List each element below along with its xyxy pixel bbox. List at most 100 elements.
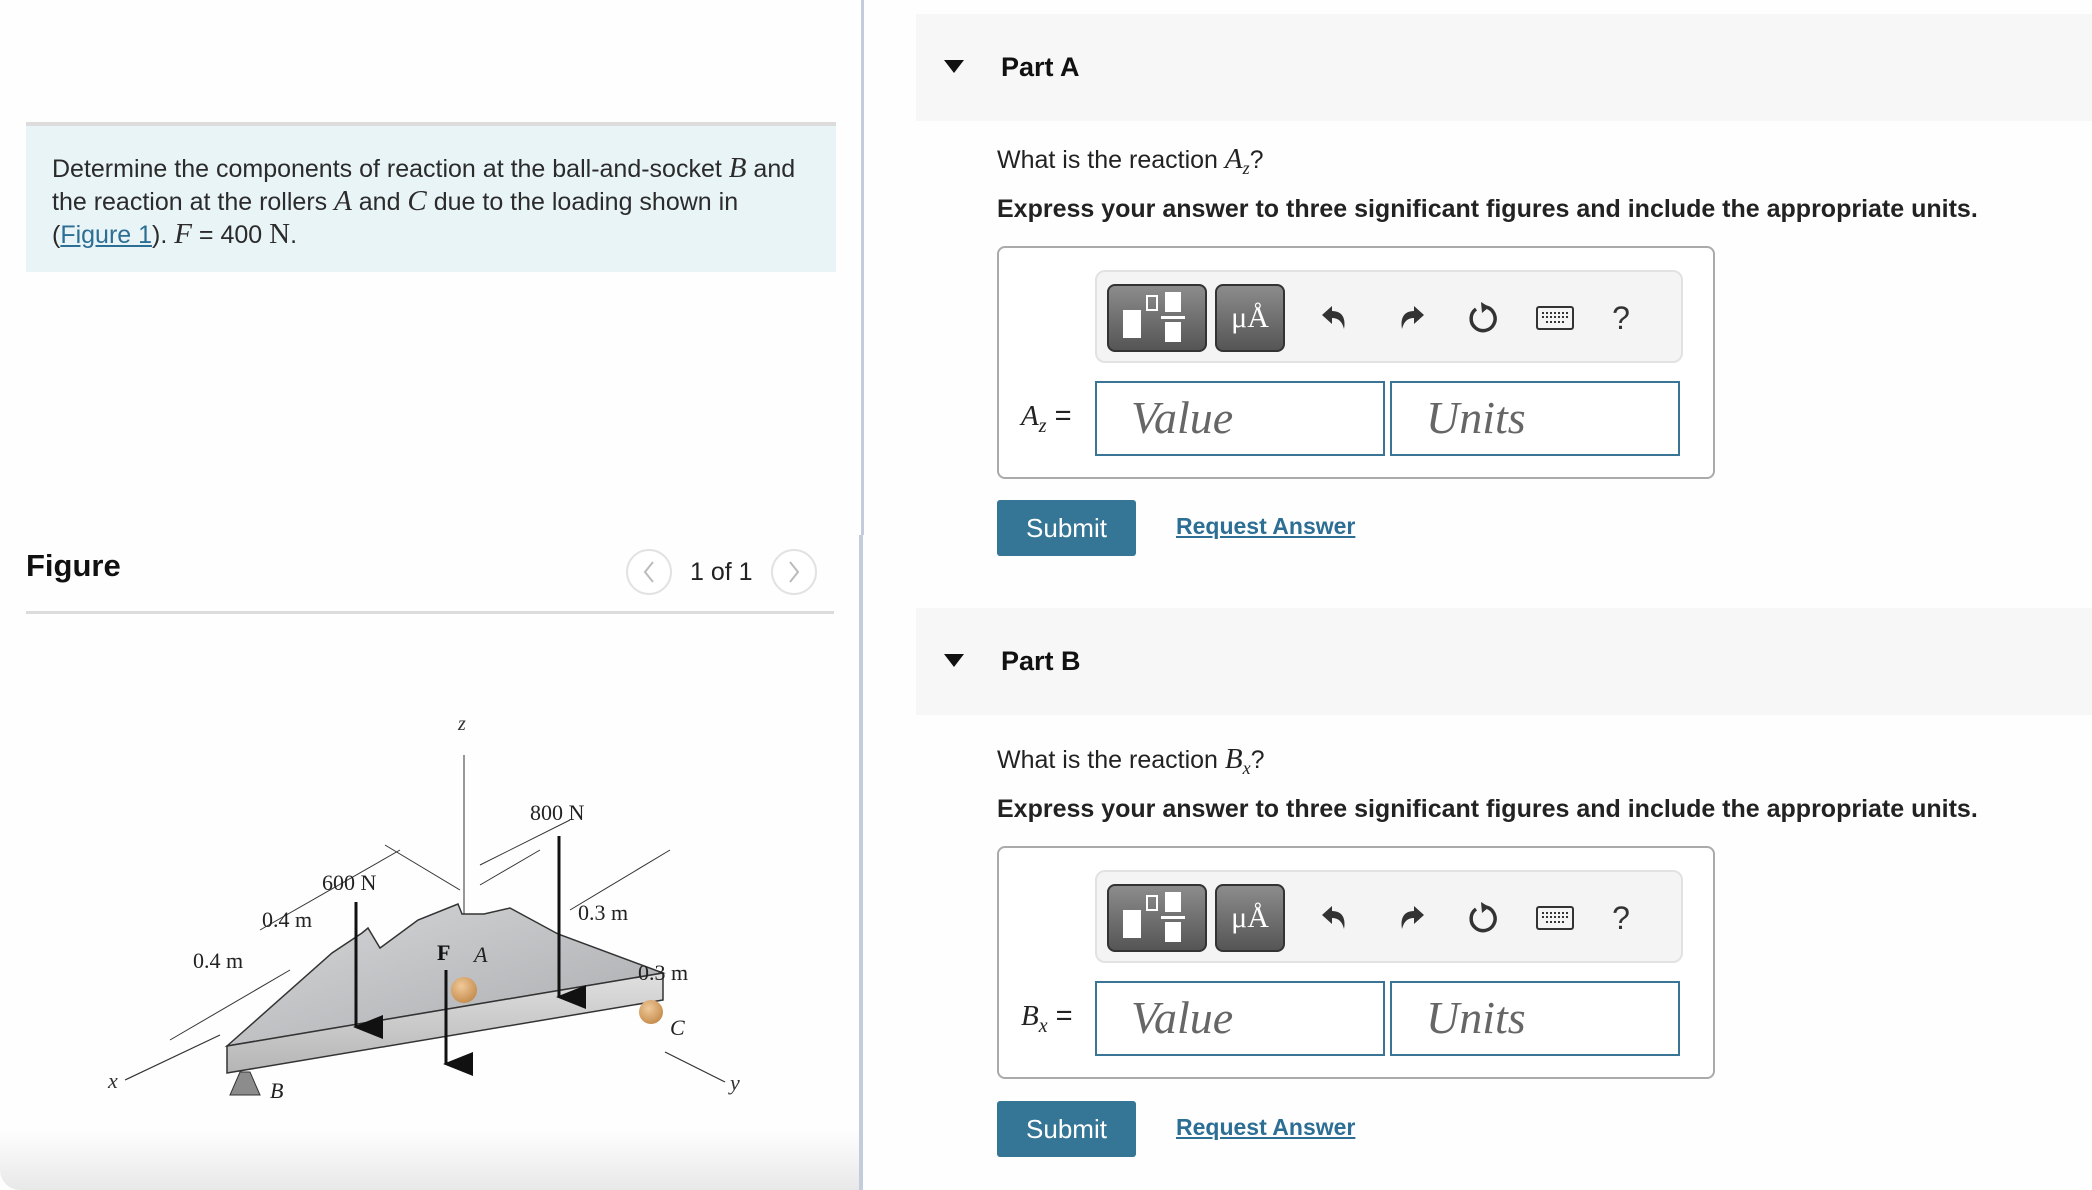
question-text: ? [1250,746,1265,774]
help-button[interactable]: ? [1599,296,1643,340]
part-b-units-input[interactable]: Units [1390,981,1680,1056]
unit-n: N [269,218,291,250]
part-a-answer-box: μÅ ? Az = Value Units [997,246,1715,479]
problem-text: Determine the components of reaction at … [52,155,729,183]
figure-link[interactable]: Figure 1 [60,221,152,249]
keyboard-button[interactable] [1533,896,1577,940]
eq-var: A [1021,400,1039,432]
next-figure-button[interactable] [770,549,817,595]
part-b-submit-button[interactable]: Submit [997,1101,1136,1157]
question-sub: z [1242,158,1250,178]
x-axis-line [124,1034,221,1081]
templates-button[interactable] [1107,284,1207,352]
y-axis-line [664,1051,726,1083]
units-button[interactable]: μÅ [1215,884,1285,952]
question-text: What is the reaction [997,746,1225,774]
dim-line [384,844,461,891]
keyboard-icon [1536,306,1574,330]
var-c: C [407,185,427,217]
part-a-header[interactable]: Part A [916,14,2092,121]
chevron-left-icon [643,561,654,583]
redo-button[interactable] [1389,896,1433,940]
question-var: B [1224,743,1243,775]
label-z: z [457,713,466,735]
undo-button[interactable] [1313,296,1357,340]
reset-icon [1469,902,1497,933]
panel-divider-scroll[interactable] [859,535,863,1190]
help-button[interactable]: ? [1599,896,1643,940]
undo-icon [1322,906,1345,929]
label-800n: 800 N [530,800,585,825]
problem-text: = 400 [191,221,270,249]
reset-button[interactable] [1461,896,1505,940]
undo-button[interactable] [1313,896,1357,940]
part-b-header[interactable]: Part B [916,608,2092,715]
socket-b [229,1071,261,1096]
part-a-units-input[interactable]: Units [1390,381,1680,456]
templates-icon [1123,892,1185,942]
part-a-value-input[interactable]: Value [1095,381,1385,456]
label-600n: 600 N [322,870,377,895]
chevron-right-icon [788,561,799,583]
label-f: F [437,940,450,965]
question-sub: x [1242,758,1251,778]
label-a: A [472,942,488,967]
pager-text: 1 of 1 [690,557,753,586]
roller-a [451,977,477,1003]
roller-c [639,1000,663,1024]
part-b-request-answer-link[interactable]: Request Answer [1176,1114,1355,1141]
question-text: ? [1249,146,1264,174]
label-dim-03-top: 0.3 m [578,900,628,925]
eq-sub: z [1038,414,1047,437]
label-dim-04-top: 0.4 m [262,907,312,932]
eq-sub: x [1038,1014,1048,1037]
label-c: C [670,1015,685,1040]
part-a-question: What is the reaction Az? [997,143,1264,179]
label-dim-03-bottom: 0.3 m [638,960,688,985]
part-a-request-answer-link[interactable]: Request Answer [1176,513,1355,540]
label-x: x [107,1068,118,1093]
figure-pager: 1 of 1 [626,548,817,596]
reset-button[interactable] [1461,296,1505,340]
panel-divider[interactable] [861,0,864,535]
part-b-instruction: Express your answer to three significant… [997,795,1978,823]
part-b-value-input[interactable]: Value [1095,981,1385,1056]
part-a-instruction: Express your answer to three significant… [997,195,1978,223]
redo-icon [1401,306,1424,329]
figure-divider [26,611,834,614]
part-a-title: Part A [1001,52,1080,82]
part-a-eq-label: Az = [1021,400,1072,437]
problem-text: and [351,188,408,216]
part-b-title: Part B [1001,646,1081,676]
part-a-submit-button[interactable]: Submit [997,500,1136,556]
figure-diagram: z x y 600 N 800 N F A B C 0.4 m 0.4 m 0.… [107,713,740,1103]
problem-panel: Determine the components of reaction at … [0,0,860,1190]
undo-icon [1322,306,1345,329]
label-y: y [728,1070,740,1095]
caret-down-icon[interactable] [944,60,964,73]
units-button[interactable]: μÅ [1215,284,1285,352]
redo-button[interactable] [1389,296,1433,340]
answer-panel: Part A What is the reaction Az? Express … [916,0,2092,1190]
question-var: A [1224,143,1243,175]
figure-title: Figure [26,548,121,583]
caret-down-icon[interactable] [944,654,964,667]
problem-text: . [290,221,298,249]
bottom-shade [0,1130,860,1190]
keyboard-button[interactable] [1533,296,1577,340]
question-text: What is the reaction [997,146,1225,174]
label-b: B [270,1078,283,1103]
part-b-eq-label: Bx = [1021,1000,1073,1037]
label-dim-04-bottom: 0.4 m [193,948,243,973]
var-f: F [174,218,192,250]
problem-statement: Determine the components of reaction at … [26,122,836,272]
math-toolbar: μÅ ? [1095,870,1683,963]
templates-icon [1123,292,1185,342]
prev-figure-button[interactable] [626,549,672,595]
part-b-question: What is the reaction Bx? [997,743,1265,779]
var-b: B [728,152,747,184]
templates-button[interactable] [1107,884,1207,952]
math-toolbar: μÅ ? [1095,270,1683,363]
problem-text: ). [152,221,175,249]
redo-icon [1401,906,1424,929]
